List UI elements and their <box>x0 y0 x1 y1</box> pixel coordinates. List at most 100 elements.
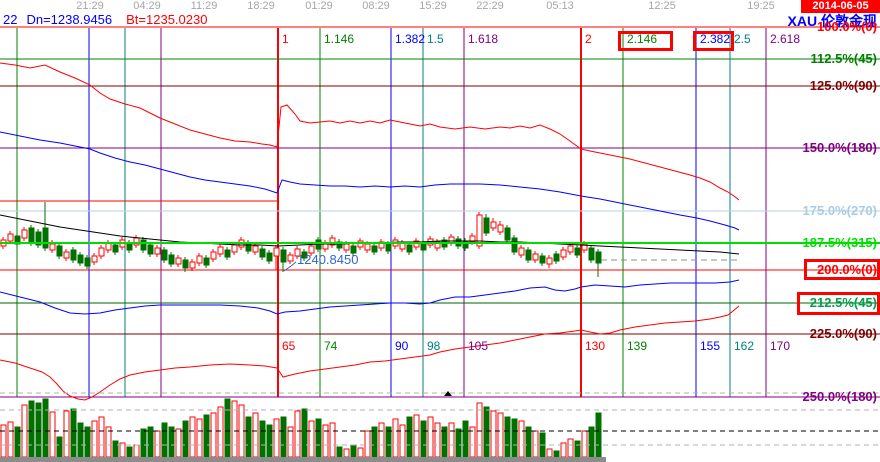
candle-body <box>274 248 279 256</box>
bar-count-label: 170 <box>770 340 790 352</box>
candle-body <box>484 218 489 233</box>
candle-body <box>561 250 566 257</box>
volume-bar <box>225 399 230 457</box>
candle-body <box>197 256 202 263</box>
highlight-box <box>693 31 734 51</box>
candle-body <box>22 230 27 238</box>
candle-body <box>71 250 76 260</box>
candle-body <box>225 250 230 257</box>
volume-bar <box>50 412 55 457</box>
fib-ratio-label: 1.146 <box>324 33 354 45</box>
candle-body <box>526 250 531 260</box>
candle-body <box>211 252 216 259</box>
volume-bar <box>309 421 314 457</box>
candle-body <box>547 258 552 264</box>
candle-body <box>176 258 181 264</box>
candle-body <box>260 249 265 257</box>
bar-count-label: 74 <box>324 340 337 352</box>
bar-count-label: 98 <box>427 340 440 352</box>
candle-body <box>190 262 195 268</box>
fib-ratio-label: 2 <box>585 33 592 45</box>
volume-bar <box>365 431 370 457</box>
candle-body <box>183 260 188 268</box>
lower-band-red <box>0 306 739 400</box>
candle-body <box>407 245 412 252</box>
fib-percent-label: 187.5%(315) <box>803 236 877 249</box>
volume-bar <box>512 419 517 457</box>
volume-bar <box>421 421 426 457</box>
candle-body <box>127 243 132 250</box>
volume-bar <box>337 447 342 457</box>
volume-bar <box>204 415 209 457</box>
volume-bar <box>379 423 384 457</box>
candle-body <box>589 248 594 260</box>
volume-bar <box>71 409 76 457</box>
candle-body <box>50 244 55 250</box>
time-axis-label: 19:25 <box>731 1 791 12</box>
volume-bar <box>253 413 258 457</box>
time-axis-label: 18:29 <box>231 1 291 12</box>
volume-bar <box>428 417 433 457</box>
candle-body <box>43 228 48 248</box>
fib-percent-label: 175.0%(270) <box>803 204 877 217</box>
volume-bar <box>407 417 412 457</box>
time-axis-label: 15:29 <box>403 1 463 12</box>
volume-bar <box>547 449 552 457</box>
fib-percent-label: 100.0%(0) <box>817 20 877 33</box>
volume-bar <box>554 451 559 457</box>
volume-bar <box>330 423 335 457</box>
volume-bar <box>449 423 454 457</box>
volume-bar <box>344 449 349 457</box>
candle-body <box>29 228 34 243</box>
volume-bar <box>358 448 363 457</box>
candle-body <box>92 256 97 262</box>
volume-bar <box>435 423 440 457</box>
highlight-box <box>618 31 673 51</box>
bar-count-label: 155 <box>700 340 720 352</box>
volume-bar <box>533 431 538 457</box>
volume-bar <box>393 419 398 457</box>
volume-bar <box>519 421 524 457</box>
legend-period: 22 <box>3 12 17 27</box>
volume-bar <box>99 417 104 457</box>
volume-bar <box>498 413 503 457</box>
candle-body <box>85 258 90 266</box>
volume-bar <box>211 413 216 457</box>
bar-count-label: 90 <box>395 340 408 352</box>
volume-bar <box>596 413 601 457</box>
volume-bar <box>575 441 580 457</box>
fib-percent-label: 250.0%(180) <box>803 390 877 403</box>
price-chart-canvas[interactable] <box>0 0 880 462</box>
candle-body <box>386 244 391 251</box>
time-axis-label: 05:13 <box>530 1 590 12</box>
volume-bar <box>323 425 328 457</box>
time-axis-label: 01:29 <box>289 1 349 12</box>
candle-body <box>162 250 167 260</box>
volume-bar <box>134 445 139 457</box>
candle-body <box>78 255 83 263</box>
scrollbar[interactable] <box>0 457 606 462</box>
volume-bar <box>456 429 461 457</box>
candle-body <box>232 245 237 252</box>
volume-bar <box>295 411 300 457</box>
candle-body <box>218 247 223 254</box>
volume-bar <box>1 425 6 457</box>
candle-body <box>246 243 251 251</box>
candle-body <box>141 240 146 250</box>
volume-bar <box>162 423 167 457</box>
volume-bar <box>463 421 468 457</box>
volume-bar <box>414 415 419 457</box>
volume-bar <box>400 425 405 457</box>
candle-body <box>540 256 545 263</box>
candle-body <box>64 252 69 258</box>
candle-body <box>169 255 174 264</box>
date-badge: 2014-06-05 <box>801 0 880 13</box>
fib-ratio-label: 1.382 <box>395 33 425 45</box>
volume-bar <box>477 403 482 457</box>
time-axis-label: 12:25 <box>632 1 692 12</box>
candle-body <box>533 254 538 260</box>
volume-bar <box>197 419 202 457</box>
candle-body <box>554 254 559 261</box>
volume-bar <box>351 445 356 457</box>
volume-bar <box>8 422 13 457</box>
